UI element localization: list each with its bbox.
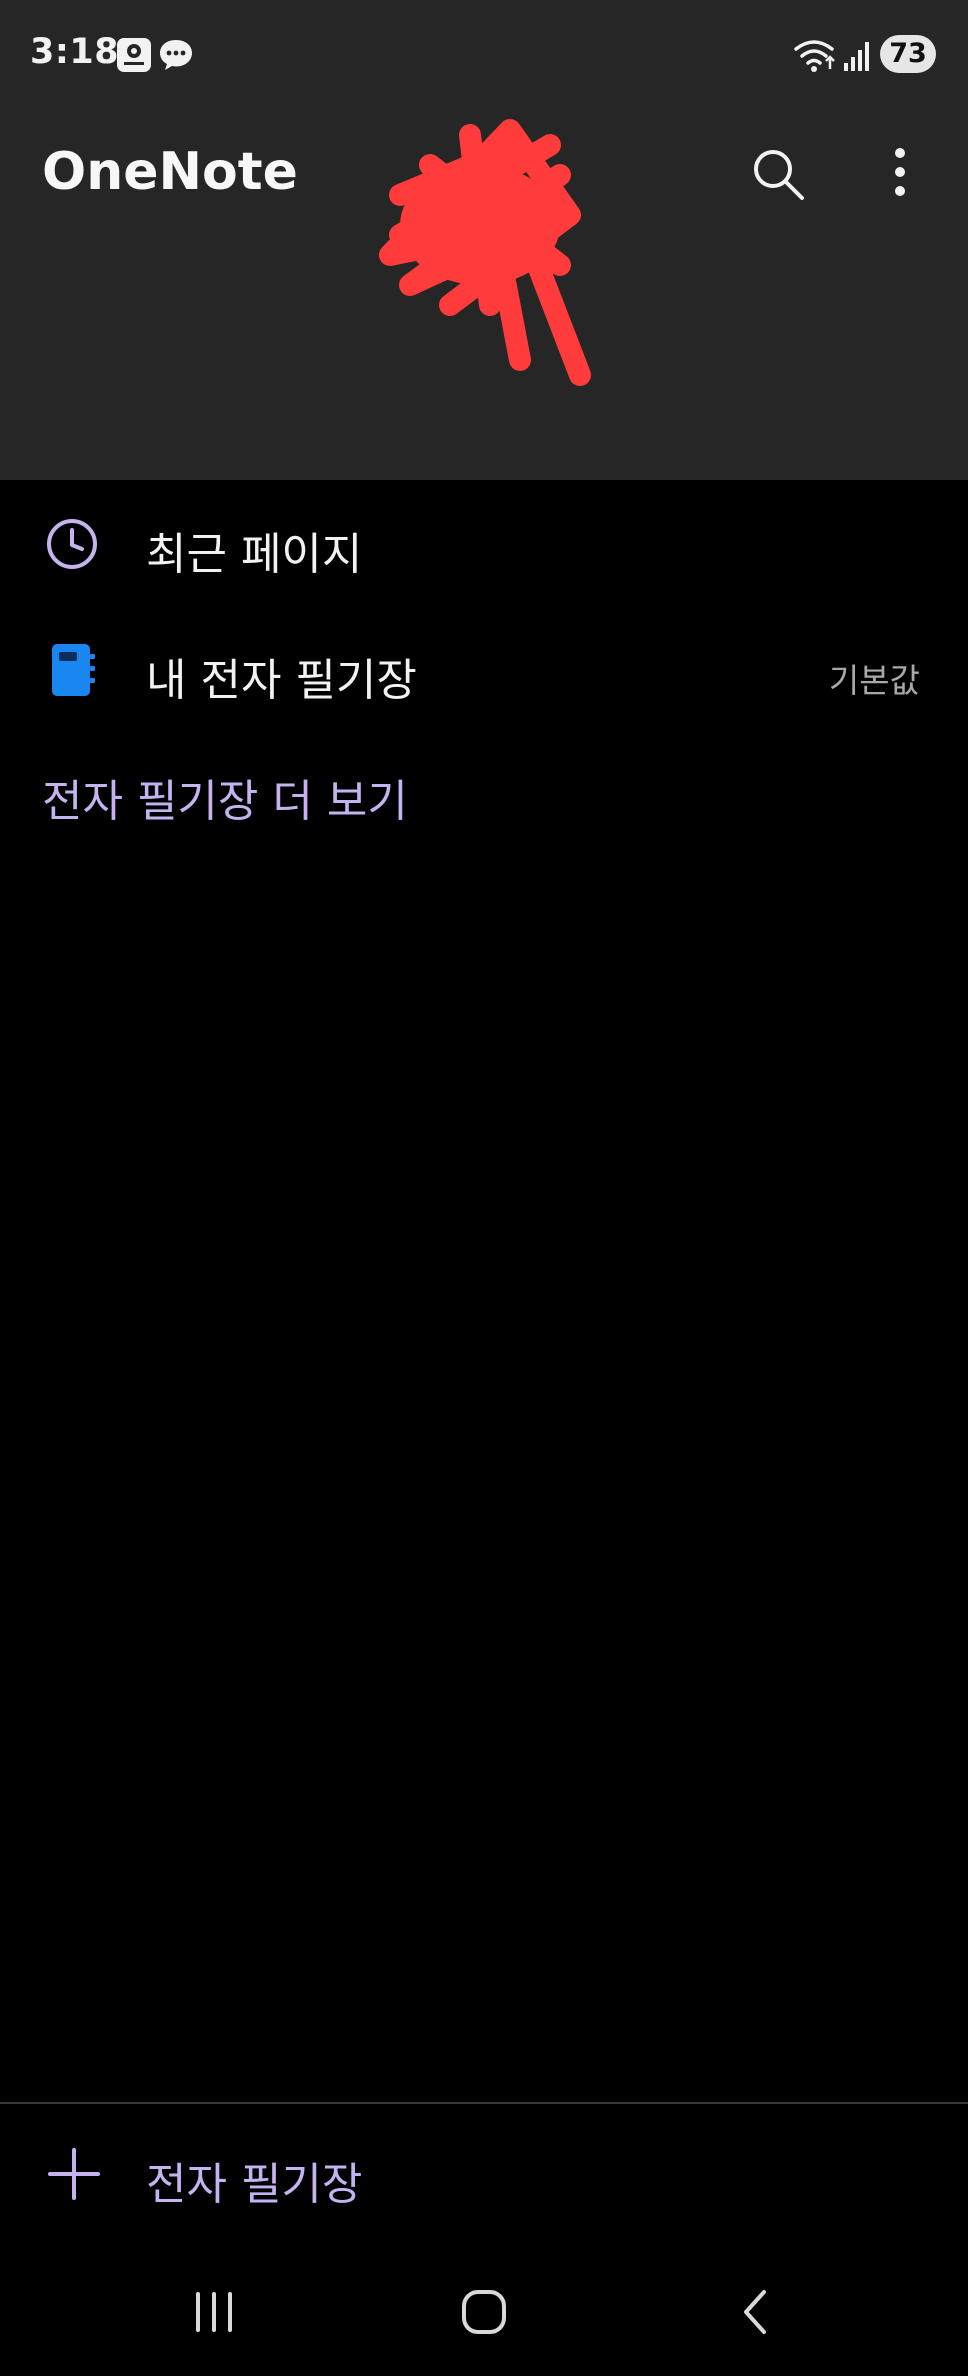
recent-apps-icon xyxy=(196,2292,232,2332)
app-header: 3:18 73 OneNote xyxy=(0,0,968,480)
home-button[interactable] xyxy=(444,2280,524,2344)
status-time: 3:18 xyxy=(30,32,120,72)
more-options-button[interactable] xyxy=(872,142,928,206)
clock-icon xyxy=(47,519,97,569)
app-notification-icon xyxy=(117,38,151,72)
search-icon xyxy=(754,150,804,200)
chat-bubble-icon xyxy=(160,40,192,70)
menu-item-label: 최근 페이지 xyxy=(146,529,363,580)
add-notebook-label: 전자 필기장 xyxy=(146,2159,363,2210)
add-notebook-button[interactable]: 전자 필기장 xyxy=(0,2110,968,2240)
search-button[interactable] xyxy=(746,142,810,206)
redaction-scribble xyxy=(379,119,591,386)
menu-item-recent-pages[interactable]: 최근 페이지 xyxy=(0,488,968,598)
notebook-icon xyxy=(52,644,95,696)
system-navigation-bar xyxy=(0,2250,968,2376)
menu-item-my-notebook[interactable]: 내 전자 필기장 기본값 xyxy=(0,614,968,724)
signal-icon xyxy=(844,42,869,71)
menu-item-label: 내 전자 필기장 xyxy=(146,655,417,706)
wifi-icon xyxy=(794,40,835,72)
plus-icon xyxy=(48,2148,100,2200)
status-bar: 3:18 73 xyxy=(0,0,968,110)
back-icon xyxy=(744,2290,766,2334)
more-notebooks-link[interactable]: 전자 필기장 더 보기 xyxy=(42,765,408,829)
home-icon xyxy=(462,2290,506,2334)
back-button[interactable] xyxy=(716,2280,796,2344)
more-vertical-icon xyxy=(895,148,905,196)
recent-apps-button[interactable] xyxy=(174,2280,254,2344)
app-title: OneNote xyxy=(42,142,298,202)
default-badge: 기본값 xyxy=(828,661,920,700)
battery-indicator: 73 xyxy=(880,35,936,73)
bottom-divider xyxy=(0,2102,968,2104)
